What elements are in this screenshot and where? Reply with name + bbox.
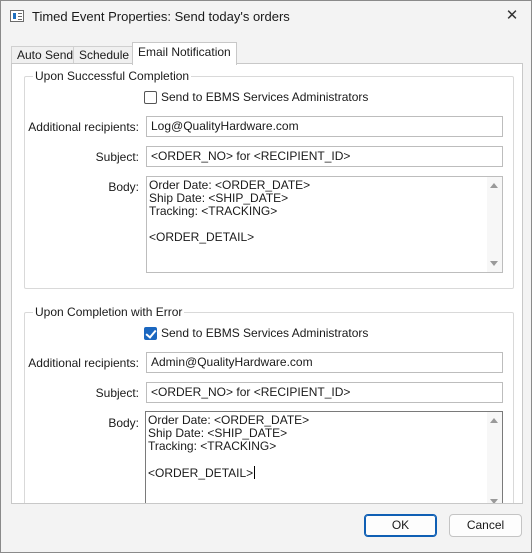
success-recipients-input[interactable]: Log@QualityHardware.com	[146, 116, 503, 137]
error-group-title: Upon Completion with Error	[33, 305, 185, 319]
scroll-up-arrow-icon[interactable]	[490, 183, 498, 188]
success-group-title: Upon Successful Completion	[33, 69, 192, 83]
text-caret	[254, 466, 256, 479]
close-button[interactable]: ✕	[501, 6, 523, 26]
error-send-admins-checkbox[interactable]	[144, 327, 157, 340]
success-group: Upon Successful Completion Send to EBMS …	[24, 69, 514, 289]
tab-strip: Auto Send Schedule Email Notification	[11, 42, 523, 65]
scroll-up-arrow-icon[interactable]	[490, 418, 498, 423]
error-body-value: Order Date: <ORDER_DATE> Ship Date: <SHI…	[148, 413, 310, 480]
error-subject-label: Subject:	[95, 386, 139, 400]
error-body-textarea[interactable]: Order Date: <ORDER_DATE> Ship Date: <SHI…	[145, 411, 503, 503]
cancel-button[interactable]: Cancel	[449, 514, 522, 537]
error-body-scrollbar[interactable]	[487, 412, 502, 503]
app-icon	[10, 10, 24, 22]
title-bar: Timed Event Properties: Send today's ord…	[1, 1, 531, 32]
error-recipients-label: Additional recipients:	[28, 356, 139, 370]
success-body-textarea[interactable]: Order Date: <ORDER_DATE> Ship Date: <SHI…	[146, 176, 503, 273]
success-body-label: Body:	[108, 180, 139, 194]
scroll-down-arrow-icon[interactable]	[490, 499, 498, 503]
scroll-down-arrow-icon[interactable]	[490, 261, 498, 266]
success-body-scrollbar[interactable]	[487, 177, 502, 272]
error-body-label: Body:	[108, 416, 139, 430]
email-notification-panel: Upon Successful Completion Send to EBMS …	[11, 63, 523, 504]
error-recipients-input[interactable]: Admin@QualityHardware.com	[146, 352, 503, 373]
success-body-text: Order Date: <ORDER_DATE> Ship Date: <SHI…	[149, 178, 311, 244]
success-send-admins-checkbox[interactable]	[144, 91, 157, 104]
tab-email-notification[interactable]: Email Notification	[132, 42, 237, 65]
dialog-window: Timed Event Properties: Send today's ord…	[0, 0, 532, 553]
success-send-admins-label: Send to EBMS Services Administrators	[161, 90, 369, 104]
success-subject-label: Subject:	[95, 150, 139, 164]
success-subject-input[interactable]: <ORDER_NO> for <RECIPIENT_ID>	[146, 146, 503, 167]
error-body-text: Order Date: <ORDER_DATE> Ship Date: <SHI…	[148, 414, 484, 480]
success-recipients-label: Additional recipients:	[28, 120, 139, 134]
error-group: Upon Completion with Error Send to EBMS …	[24, 305, 514, 503]
error-send-admins-label: Send to EBMS Services Administrators	[161, 326, 369, 340]
ok-button[interactable]: OK	[364, 514, 437, 537]
window-title: Timed Event Properties: Send today's ord…	[32, 9, 290, 24]
error-subject-input[interactable]: <ORDER_NO> for <RECIPIENT_ID>	[146, 382, 503, 403]
